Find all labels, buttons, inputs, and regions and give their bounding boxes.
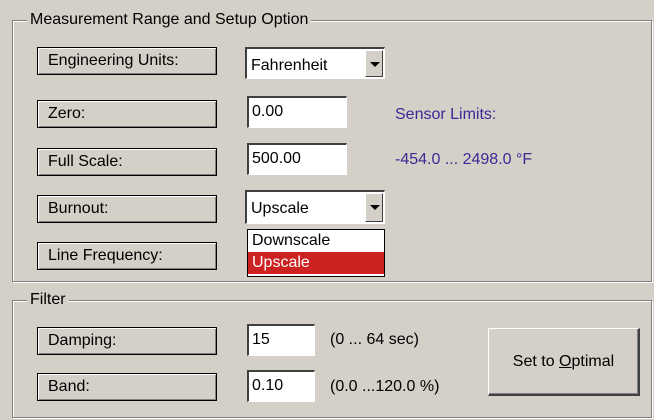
damping-label: Damping:: [37, 327, 217, 355]
measurement-group-title: Measurement Range and Setup Option: [27, 10, 312, 30]
sensor-limits-label: Sensor Limits:: [395, 106, 497, 123]
band-label: Band:: [37, 373, 217, 401]
zero-label: Zero:: [37, 100, 217, 128]
full-scale-input[interactable]: 500.00: [247, 143, 347, 175]
set-to-optimal-suffix: ptimal: [571, 353, 615, 370]
full-scale-label: Full Scale:: [37, 148, 217, 176]
damping-input[interactable]: 15: [247, 324, 315, 356]
burnout-value: Upscale: [251, 200, 309, 217]
engineering-units-select[interactable]: Fahrenheit: [245, 47, 385, 79]
engineering-units-dropdown-button[interactable]: [365, 50, 383, 77]
engineering-units-value: Fahrenheit: [251, 57, 328, 74]
burnout-option-downscale[interactable]: Downscale: [248, 230, 384, 252]
zero-input[interactable]: 0.00: [247, 96, 347, 128]
sensor-limits-value: -454.0 ... 2498.0 °F: [395, 151, 533, 168]
set-to-optimal-button[interactable]: Set to Optimal: [488, 328, 640, 396]
engineering-units-label: Engineering Units:: [37, 47, 217, 75]
set-to-optimal-mnemonic: O: [559, 353, 572, 370]
damping-range-text: (0 ... 64 sec): [330, 331, 419, 348]
burnout-label: Burnout:: [37, 195, 217, 223]
burnout-select[interactable]: Upscale: [245, 190, 385, 224]
burnout-dropdown-button[interactable]: [365, 193, 383, 222]
burnout-dropdown-list: Downscale Upscale: [247, 229, 385, 277]
set-to-optimal-prefix: Set to: [512, 353, 560, 370]
burnout-option-upscale[interactable]: Upscale: [248, 252, 384, 274]
band-input[interactable]: 0.10: [247, 370, 315, 402]
band-range-text: (0.0 ...120.0 %): [330, 378, 440, 395]
line-frequency-label: Line Frequency:: [37, 242, 217, 270]
filter-group-title: Filter: [27, 290, 69, 310]
